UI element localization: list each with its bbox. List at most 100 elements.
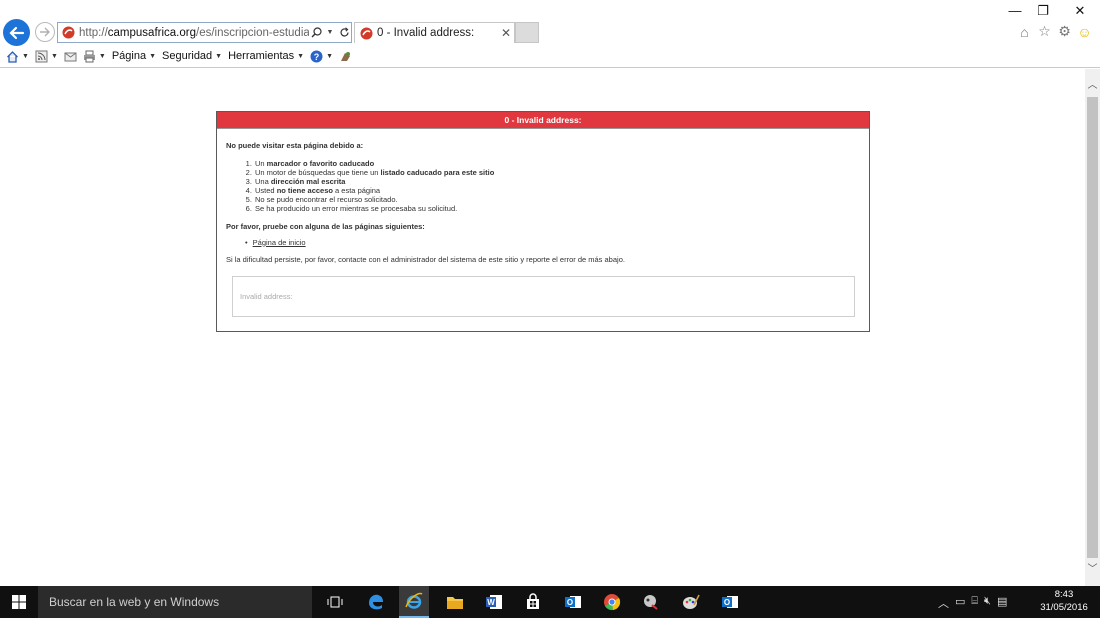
taskbar-search-box[interactable]: Buscar en la web y en Windows bbox=[38, 586, 312, 618]
error-detail-box: Invalid address: bbox=[232, 276, 855, 317]
list-item: Una dirección mal escrita bbox=[254, 177, 869, 186]
show-hidden-icons-icon[interactable]: ︿ bbox=[938, 595, 949, 611]
outlook-icon: O bbox=[565, 596, 581, 608]
arrow-right-icon bbox=[40, 27, 50, 37]
help-menu[interactable]: ? ▼ bbox=[310, 50, 333, 63]
outlook-app[interactable]: O bbox=[558, 586, 588, 618]
paint-app[interactable] bbox=[676, 586, 706, 618]
home-icon[interactable]: ⌂ bbox=[1017, 24, 1032, 40]
error-intro: No puede visitar esta página debido a: bbox=[226, 141, 364, 150]
minimize-button[interactable]: — bbox=[1007, 3, 1023, 18]
store-bag-icon bbox=[527, 593, 539, 609]
back-button[interactable] bbox=[3, 19, 30, 46]
arrow-left-icon bbox=[8, 26, 24, 39]
favorites-star-icon[interactable]: ☆ bbox=[1037, 23, 1052, 39]
settings-gear-icon[interactable]: ⚙ bbox=[1057, 23, 1072, 39]
task-view-button[interactable] bbox=[320, 586, 350, 618]
persist-text: Si la dificultad persiste, por favor, co… bbox=[226, 254, 625, 264]
notifications-icon[interactable]: ▤ bbox=[997, 595, 1007, 611]
security-menu[interactable]: Seguridad ▼ bbox=[162, 50, 222, 62]
app-hedgehog[interactable] bbox=[636, 586, 666, 618]
word-icon: W bbox=[486, 595, 502, 609]
site-favicon-icon bbox=[62, 26, 75, 39]
scroll-down-icon[interactable]: ﹀ bbox=[1085, 561, 1100, 578]
outlook-icon: O bbox=[722, 596, 738, 608]
outlook-app-2[interactable]: O bbox=[715, 586, 745, 618]
list-item: Un marcador o favorito caducado bbox=[254, 159, 869, 168]
research-button[interactable] bbox=[339, 50, 352, 63]
search-icon[interactable] bbox=[309, 24, 323, 42]
tab-favicon-icon bbox=[360, 27, 373, 39]
page-menu[interactable]: Página ▼ bbox=[112, 50, 156, 62]
close-window-button[interactable]: ✕ bbox=[1072, 3, 1088, 19]
new-tab-button[interactable] bbox=[515, 22, 539, 43]
internet-explorer-app[interactable] bbox=[399, 586, 429, 618]
folder-icon bbox=[447, 597, 463, 609]
smiley-feedback-icon[interactable]: ☺ bbox=[1077, 24, 1092, 40]
tab-title: 0 - Invalid address: bbox=[377, 27, 475, 39]
svg-text:O: O bbox=[724, 598, 730, 607]
clock-time: 8:43 bbox=[1054, 589, 1074, 600]
page-viewport: 0 - Invalid address: No puede visitar es… bbox=[0, 69, 1085, 586]
url-prefix: http:// bbox=[79, 26, 108, 39]
error-detail-text: Invalid address: bbox=[240, 292, 293, 301]
research-icon bbox=[341, 51, 351, 61]
address-bar[interactable]: http://campusafrica.org/es/inscripcion-e… bbox=[57, 22, 352, 43]
try-pages-text: Por favor, pruebe con alguna de las pági… bbox=[226, 221, 425, 231]
scroll-up-icon[interactable]: ︿ bbox=[1085, 77, 1100, 94]
network-icon[interactable]: ⌸ bbox=[971, 595, 978, 611]
mail-button[interactable] bbox=[64, 50, 77, 63]
url-text[interactable]: http://campusafrica.org/es/inscripcion-e… bbox=[79, 27, 309, 39]
mail-icon bbox=[64, 52, 77, 61]
edge-app[interactable] bbox=[361, 586, 391, 618]
refresh-icon[interactable] bbox=[337, 24, 351, 42]
error-panel: 0 - Invalid address: No puede visitar es… bbox=[216, 111, 870, 332]
error-reasons-list: Un marcador o favorito caducado Un motor… bbox=[254, 159, 869, 214]
security-menu-label: Seguridad bbox=[162, 50, 213, 62]
scroll-thumb[interactable] bbox=[1087, 97, 1098, 558]
list-item: Página de inicio bbox=[253, 238, 869, 247]
taskbar: Buscar en la web y en Windows W O O ︿ ▭ … bbox=[0, 586, 1100, 618]
vertical-scrollbar[interactable]: ︿ ﹀ bbox=[1085, 69, 1100, 586]
command-bar: ▼ ▼ ▼ Página ▼ Seguridad ▼ Herramientas ▼ ?… bbox=[6, 48, 358, 64]
store-app[interactable] bbox=[518, 586, 548, 618]
error-header: 0 - Invalid address: bbox=[217, 112, 869, 129]
restore-button[interactable]: ❐ bbox=[1035, 3, 1051, 19]
tools-menu-label: Herramientas bbox=[228, 50, 295, 62]
print-menu[interactable]: ▼ bbox=[83, 50, 106, 63]
browser-chrome: http://campusafrica.org/es/inscripcion-e… bbox=[0, 0, 1100, 68]
task-view-icon bbox=[327, 596, 343, 608]
taskbar-clock[interactable]: 8:43 31/05/2016 bbox=[1039, 588, 1089, 614]
volume-muted-icon[interactable]: 🔇︎ bbox=[984, 595, 991, 611]
svg-text:W: W bbox=[487, 598, 495, 607]
tab-invalid-address[interactable]: 0 - Invalid address: ✕ bbox=[354, 22, 515, 43]
forward-button[interactable] bbox=[35, 22, 55, 42]
svg-text:?: ? bbox=[314, 52, 320, 62]
url-path: /es/inscripcion-estudiantes/vi bbox=[196, 26, 309, 39]
paint-palette-icon bbox=[683, 594, 700, 609]
help-icon: ? bbox=[310, 50, 323, 62]
chrome-app[interactable] bbox=[597, 586, 627, 618]
feeds-menu[interactable]: ▼ bbox=[35, 50, 58, 63]
word-app[interactable]: W bbox=[479, 586, 509, 618]
home-page-link[interactable]: Página de inicio bbox=[253, 238, 306, 247]
list-item: Usted no tiene acceso a esta página bbox=[254, 186, 869, 195]
edge-icon bbox=[369, 594, 383, 610]
chrome-icon bbox=[604, 594, 621, 611]
list-item: Un motor de búsquedas que tiene un lista… bbox=[254, 168, 869, 177]
url-domain: campusafrica.org bbox=[107, 26, 196, 39]
battery-icon[interactable]: ▭ bbox=[955, 595, 965, 611]
home-icon bbox=[7, 50, 18, 63]
page-menu-label: Página bbox=[111, 50, 147, 62]
dropdown-arrow-icon[interactable]: ▼ bbox=[323, 24, 337, 42]
start-button[interactable] bbox=[0, 586, 38, 618]
system-tray: ︿ ▭ ⌸ 🔇︎ ▤ bbox=[938, 595, 1007, 611]
tab-close-icon[interactable]: ✕ bbox=[498, 26, 514, 40]
home-menu[interactable]: ▼ bbox=[6, 50, 29, 63]
rss-feed-icon bbox=[35, 50, 48, 62]
error-body: No puede visitar esta página debido a: U… bbox=[217, 129, 869, 264]
printer-icon bbox=[83, 50, 95, 62]
tools-menu[interactable]: Herramientas ▼ bbox=[228, 50, 304, 62]
clock-date: 31/05/2016 bbox=[1040, 602, 1088, 613]
file-explorer-app[interactable] bbox=[440, 586, 470, 618]
